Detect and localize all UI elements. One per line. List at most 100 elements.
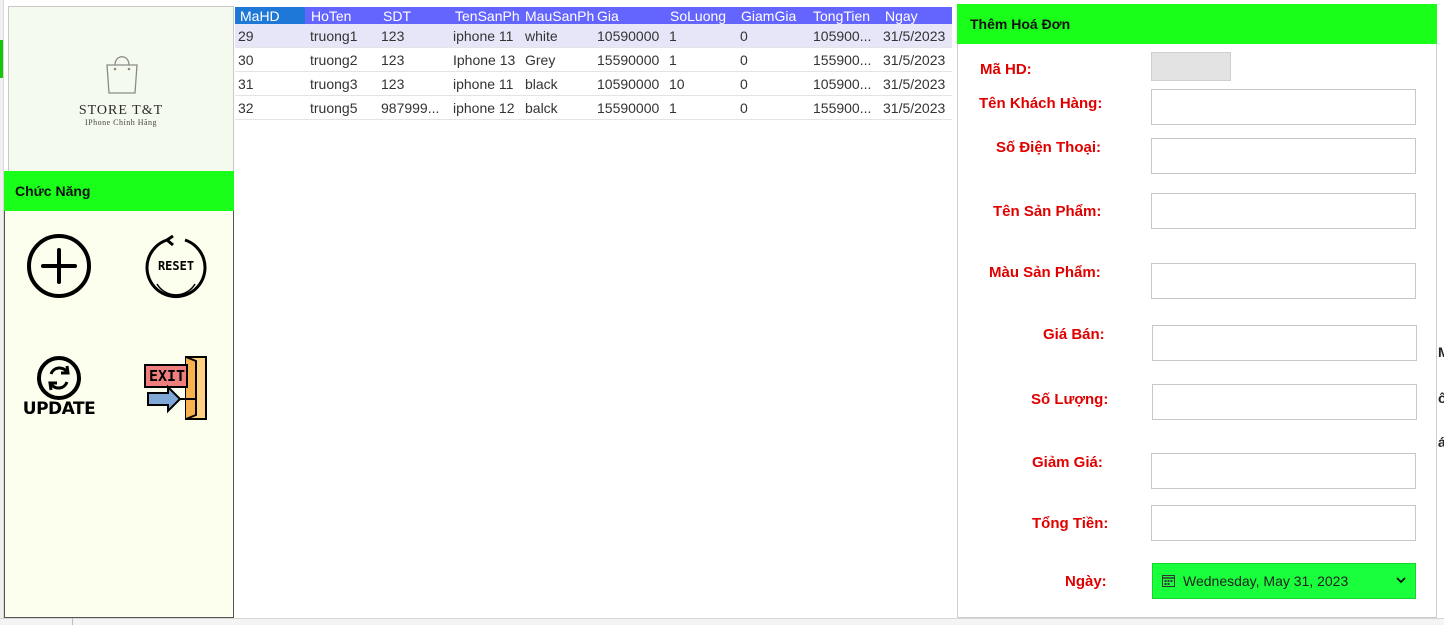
table-cell: 31/5/2023 xyxy=(883,100,946,116)
table-cell: 31/5/2023 xyxy=(883,28,946,44)
mahd-field xyxy=(1151,52,1231,81)
table-cell: 31/5/2023 xyxy=(883,76,946,92)
clipped-text-fragment: M xyxy=(1438,344,1444,360)
window-bottom-bar xyxy=(0,618,1444,625)
table-cell: iphone 11 xyxy=(453,76,514,92)
table-cell: iphone 11 xyxy=(453,28,514,44)
customer-name-field[interactable] xyxy=(1151,89,1416,125)
grid-body: 29 truong1 123 iphone 11 white 10590000 1 0 1059… xyxy=(235,24,952,120)
table-cell: truong1 xyxy=(310,28,358,44)
table-cell: 123 xyxy=(381,52,405,68)
label-so-dien-thoai: Số Điện Thoại: xyxy=(996,139,1101,156)
grid-column-header[interactable]: MaHD xyxy=(240,8,308,24)
label-tong-tien: Tổng Tiền: xyxy=(1032,515,1109,532)
table-cell: 1 xyxy=(669,100,677,116)
table-row[interactable]: 31 truong3 123 iphone 11 black 10590000 10 0 105… xyxy=(235,72,952,96)
refresh-icon xyxy=(37,356,81,400)
label-gia-ban: Giá Bán: xyxy=(1043,326,1105,343)
clipped-text-fragment: ố xyxy=(1438,390,1444,406)
table-cell: 30 xyxy=(238,52,254,68)
exit-label: EXIT xyxy=(148,367,186,385)
left-edge-accent xyxy=(0,40,3,78)
grid-column-header[interactable]: HoTen xyxy=(311,8,381,24)
exit-door-icon xyxy=(144,356,207,420)
label-mahd: Mã HD: xyxy=(980,61,1032,78)
grid-column-header[interactable]: Ngay xyxy=(885,8,951,24)
grid-header-row: MaHD HoTen SDT TenSanPh MauSanPh Gia SoLuong Gi… xyxy=(235,7,952,24)
quantity-field[interactable] xyxy=(1152,384,1417,420)
table-cell: 155900... xyxy=(813,100,872,116)
table-cell: 29 xyxy=(238,28,254,44)
table-cell: 10590000 xyxy=(597,76,660,92)
grid-column-header[interactable]: SoLuong xyxy=(670,8,740,24)
table-cell: 0 xyxy=(740,28,748,44)
table-cell: 123 xyxy=(381,76,405,92)
update-button[interactable]: UPDATE xyxy=(22,355,96,423)
form-header: Thêm Hoá Đơn xyxy=(957,4,1437,44)
calendar-icon xyxy=(1162,575,1175,587)
grid-column-header[interactable]: GiamGia xyxy=(741,8,811,24)
reset-button[interactable]: RESET xyxy=(143,232,209,300)
add-button[interactable] xyxy=(25,232,93,300)
table-cell: white xyxy=(525,28,558,44)
functions-header: Chức Năng xyxy=(4,171,234,211)
date-value: Wednesday, May 31, 2023 xyxy=(1183,573,1349,589)
store-logo-panel: STORE T&T IPhone Chính Hãng xyxy=(8,6,234,172)
table-row[interactable]: 29 truong1 123 iphone 11 white 10590000 1 0 1059… xyxy=(235,24,952,48)
price-field[interactable] xyxy=(1152,325,1417,361)
discount-field[interactable] xyxy=(1151,453,1416,489)
table-cell: 1 xyxy=(669,52,677,68)
table-cell: truong3 xyxy=(310,76,358,92)
total-field[interactable] xyxy=(1151,505,1416,541)
table-cell: 15590000 xyxy=(597,52,660,68)
table-cell: Grey xyxy=(525,52,556,68)
table-cell: Iphone 13 xyxy=(453,52,516,68)
table-row[interactable]: 30 truong2 123 Iphone 13 Grey 15590000 1 0 15590… xyxy=(235,48,952,72)
table-cell: 32 xyxy=(238,100,254,116)
table-cell: truong5 xyxy=(310,100,358,116)
clipped-text-fragment: á xyxy=(1438,434,1444,450)
invoice-grid[interactable]: MaHD HoTen SDT TenSanPh MauSanPh Gia SoLuong Gi… xyxy=(235,7,952,120)
table-cell: black xyxy=(525,76,558,92)
table-cell: 15590000 xyxy=(597,100,660,116)
table-cell: 1 xyxy=(669,28,677,44)
product-color-field[interactable] xyxy=(1151,263,1416,299)
label-giam-gia: Giảm Giá: xyxy=(1032,454,1103,471)
table-cell: 0 xyxy=(740,76,748,92)
label-mau-san-pham: Màu Sản Phẩm: xyxy=(989,264,1101,281)
chevron-down-icon[interactable] xyxy=(1396,576,1406,584)
grid-column-header[interactable]: TenSanPh xyxy=(455,8,523,24)
table-cell: 0 xyxy=(740,52,748,68)
label-so-luong: Số Lượng: xyxy=(1031,391,1109,408)
grid-column-header[interactable]: SDT xyxy=(383,8,453,24)
phone-field[interactable] xyxy=(1151,138,1416,174)
grid-column-header[interactable]: TongTien xyxy=(813,8,883,24)
table-cell: 10 xyxy=(669,76,685,92)
grid-column-header[interactable]: Gia xyxy=(597,8,667,24)
table-cell: iphone 12 xyxy=(453,100,515,116)
table-cell: 105900... xyxy=(813,76,872,92)
table-cell: 10590000 xyxy=(597,28,660,44)
table-cell: 155900... xyxy=(813,52,872,68)
table-row[interactable]: 32 truong5 987999... iphone 12 balck 15590000… xyxy=(235,96,952,120)
store-name: STORE T&T xyxy=(78,103,164,118)
label-ten-san-pham: Tên Sản Phẩm: xyxy=(993,203,1102,220)
update-label: UPDATE xyxy=(22,399,96,419)
label-ten-khach-hang: Tên Khách Hàng: xyxy=(979,95,1103,112)
label-ngay: Ngày: xyxy=(1065,573,1107,590)
table-cell: 31 xyxy=(238,76,254,92)
exit-button[interactable]: EXIT xyxy=(142,355,210,423)
table-cell: 105900... xyxy=(813,28,872,44)
table-cell: balck xyxy=(525,100,558,116)
table-cell: truong2 xyxy=(310,52,358,68)
product-name-field[interactable] xyxy=(1151,193,1416,229)
date-picker[interactable]: Wednesday, May 31, 2023 xyxy=(1152,563,1416,599)
table-cell: 987999... xyxy=(381,100,440,116)
reset-label: RESET xyxy=(157,259,195,273)
shopping-bag-icon xyxy=(106,56,138,94)
grid-column-header[interactable]: MauSanPh xyxy=(525,8,595,24)
bottom-bar-divider xyxy=(72,618,73,625)
store-tagline: IPhone Chính Hãng xyxy=(84,118,158,127)
table-cell: 0 xyxy=(740,100,748,116)
table-cell: 123 xyxy=(381,28,405,44)
